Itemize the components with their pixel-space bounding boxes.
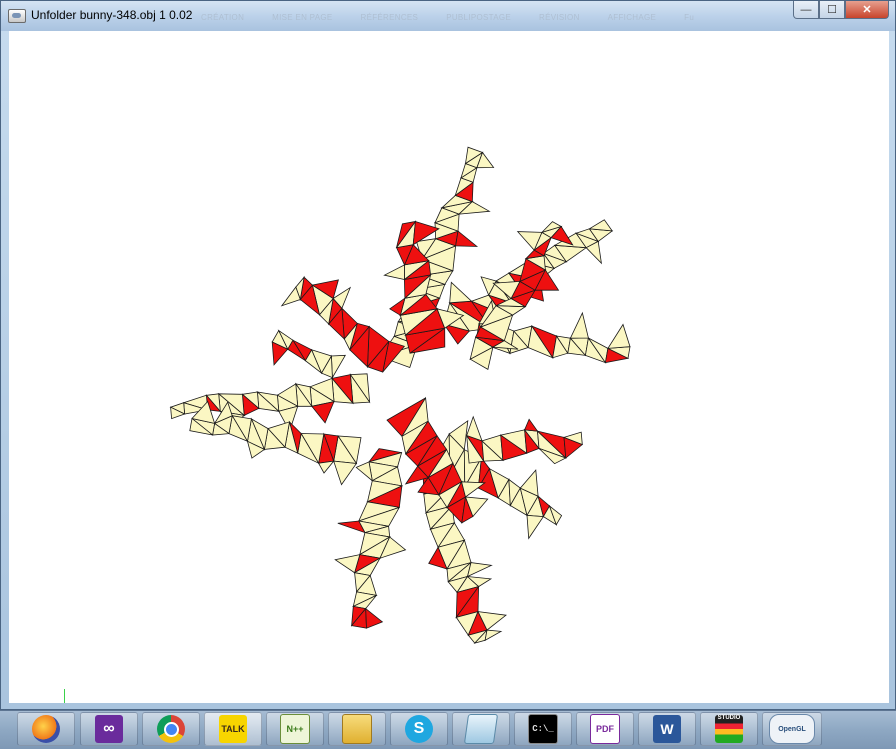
axis-marker [64, 689, 65, 703]
taskbar-button-chrome[interactable] [142, 712, 200, 746]
taskbar-button-pdf[interactable]: PDF [576, 712, 634, 746]
ghost-tab: MISE EN PAGE [272, 13, 333, 22]
render-canvas[interactable] [9, 31, 889, 703]
ghost-tab: RÉFÉRENCES [360, 13, 419, 22]
ghost-tab: AFFICHAGE [607, 13, 657, 22]
mesh-face [484, 629, 503, 642]
notepad-icon [463, 714, 499, 744]
title-bar[interactable]: Unfolder bunny-348.obj 1 0.02 CRÉATION M… [1, 1, 895, 31]
taskbar-button-file-explorer[interactable] [328, 712, 386, 746]
taskbar-button-firefox[interactable] [17, 712, 75, 746]
ghost-tab: RÉVISION [539, 13, 580, 22]
mesh-face [607, 323, 631, 349]
taskbar-button-opengl[interactable]: OpenGL [762, 712, 822, 746]
mesh-face [449, 281, 473, 304]
taskbar-button-visual-studio[interactable]: ∞ [80, 712, 138, 746]
mesh-face [333, 460, 358, 486]
taskbar-button-notepad-plus-plus[interactable]: N++ [266, 712, 324, 746]
mesh-face [355, 461, 373, 482]
file-explorer-icon [342, 714, 372, 744]
mesh-faces [169, 146, 631, 644]
mesh-face [365, 607, 384, 629]
skype-icon: S [405, 715, 433, 743]
mesh-face [524, 418, 539, 432]
mesh-face [455, 230, 479, 247]
taskbar-button-command-prompt[interactable]: C:\_ [514, 712, 572, 746]
taskbar-button-kakaotalk[interactable]: TALK [204, 712, 262, 746]
taskbar-button-skype[interactable]: S [390, 712, 448, 746]
ghost-tab: Fu [684, 13, 695, 22]
visual-studio-icon: ∞ [95, 715, 123, 743]
ghost-tab: PUBLIPOSTAGE [446, 13, 512, 22]
maximize-button[interactable]: ☐ [819, 1, 845, 19]
unfolded-mesh [169, 146, 631, 644]
firefox-icon [32, 715, 60, 743]
window-title: Unfolder bunny-348.obj 1 0.02 [31, 8, 193, 22]
mesh-face [569, 311, 589, 339]
mesh-face [588, 219, 614, 232]
word-icon: W [653, 715, 681, 743]
application-window: Unfolder bunny-348.obj 1 0.02 CRÉATION M… [0, 0, 896, 710]
chrome-icon [157, 715, 185, 743]
mesh-face [383, 264, 405, 280]
close-button[interactable]: ✕ [845, 1, 889, 19]
studio-icon: STUDIO [715, 715, 743, 743]
background-ribbon-tabs: CRÉATION MISE EN PAGE RÉFÉRENCES PUBLIPO… [201, 13, 722, 22]
pdf-icon: PDF [590, 714, 620, 744]
mesh-face [466, 562, 493, 578]
mesh-face [317, 460, 335, 474]
opengl-icon: OpenGL [769, 714, 815, 744]
taskbar: ∞ TALK N++ S C:\_ PDF W STUDIO OpenGL [0, 710, 896, 749]
app-icon[interactable] [8, 9, 26, 23]
taskbar-button-word[interactable]: W [638, 712, 696, 746]
notepad-plus-plus-icon: N++ [280, 714, 310, 744]
kakaotalk-icon: TALK [219, 715, 247, 743]
mesh-face [330, 354, 347, 379]
minimize-button[interactable]: — [793, 1, 819, 19]
taskbar-button-studio[interactable]: STUDIO [700, 712, 758, 746]
command-prompt-icon: C:\_ [528, 714, 558, 744]
caption-buttons: — ☐ ✕ [793, 1, 889, 19]
ghost-tab: CRÉATION [201, 13, 245, 22]
taskbar-button-notepad[interactable] [452, 712, 510, 746]
mesh-face [526, 514, 545, 540]
